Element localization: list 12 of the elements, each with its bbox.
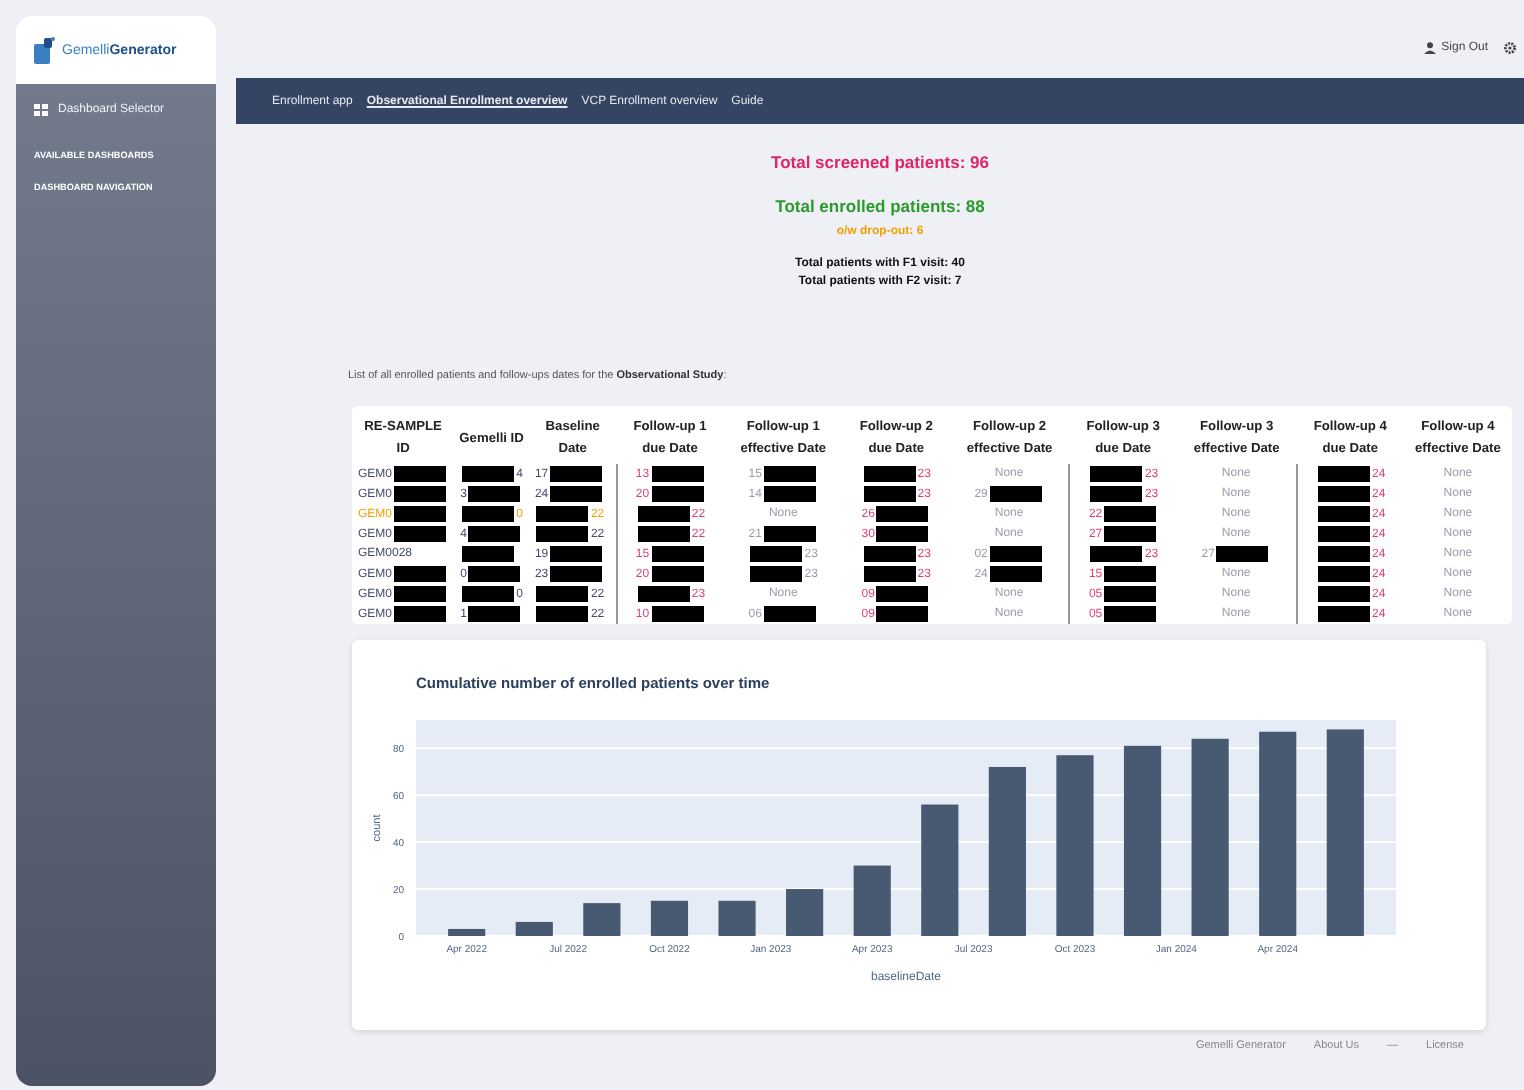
bar bbox=[718, 900, 756, 936]
stat-text: Total enrolled patients: 88 bbox=[775, 196, 985, 216]
bar bbox=[583, 903, 621, 936]
bar bbox=[448, 928, 486, 936]
bar bbox=[786, 889, 824, 936]
bar bbox=[853, 865, 891, 936]
user-icon bbox=[1423, 41, 1436, 53]
stat-text: Total screened patients: 96 bbox=[771, 152, 989, 172]
dashboard-icon bbox=[34, 104, 48, 116]
settings-icon[interactable] bbox=[1504, 41, 1516, 53]
bar bbox=[921, 804, 959, 936]
logo-icon bbox=[32, 36, 56, 64]
